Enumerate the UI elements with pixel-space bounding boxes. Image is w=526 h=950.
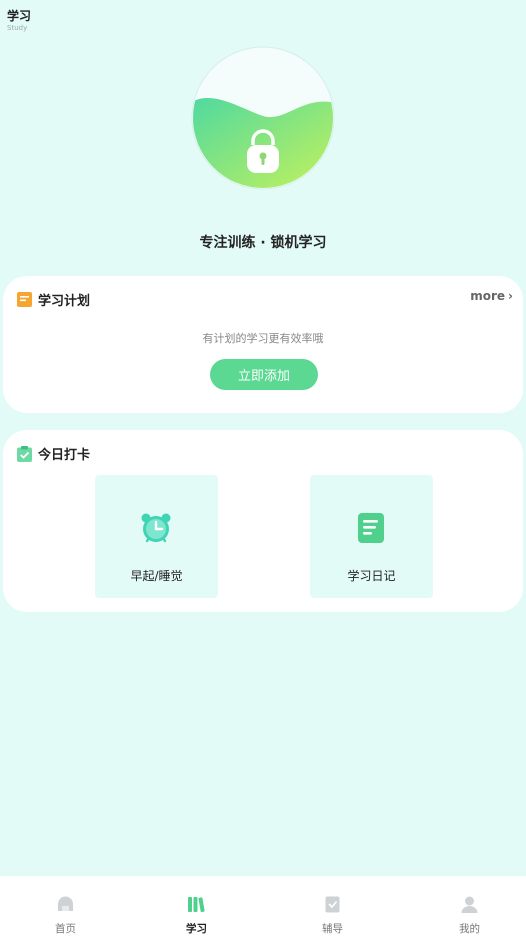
study-diary-label: 学习日记 — [347, 569, 396, 583]
tab-study[interactable]: 学习 — [131, 876, 262, 950]
slogan-text: 专注训练 · 锁机学习 — [199, 235, 327, 251]
books-icon — [188, 897, 205, 913]
more-label: more — [470, 289, 506, 303]
lock-hero[interactable] — [190, 45, 336, 191]
tab-study-label: 学习 — [186, 923, 207, 935]
tab-tutoring-label: 辅导 — [322, 923, 343, 935]
notebook-icon — [17, 292, 32, 307]
add-plan-button[interactable]: 立即添加 — [210, 359, 318, 390]
shield-icon — [325, 896, 340, 913]
home-icon — [58, 896, 73, 911]
tab-home[interactable]: 首页 — [0, 876, 131, 950]
wake-sleep-label: 早起/睡觉 — [130, 569, 183, 583]
more-link[interactable]: more › — [470, 289, 513, 303]
tab-mine-label: 我的 — [459, 923, 480, 935]
page-subtitle: Study — [7, 24, 28, 32]
study-plan-card: 学习计划 more › 有计划的学习更有效率哦 立即添加 — [3, 276, 523, 413]
wake-sleep-tile[interactable]: 早起/睡觉 — [95, 475, 218, 598]
study-diary-tile[interactable]: 学习日记 — [310, 475, 433, 598]
clipboard-check-icon — [17, 445, 32, 462]
daily-checkin-header: 今日打卡 — [17, 444, 90, 463]
lock-icon — [191, 46, 335, 190]
study-plan-tip: 有计划的学习更有效率哦 — [202, 332, 324, 345]
alarm-clock-icon — [141, 513, 171, 543]
user-icon — [461, 896, 478, 913]
study-plan-header: 学习计划 — [17, 290, 90, 309]
page-title: 学习 — [7, 9, 32, 23]
daily-checkin-card: 今日打卡 早起/睡觉 学习日记 — [3, 430, 523, 612]
tab-home-label: 首页 — [55, 923, 76, 935]
chevron-right-icon: › — [508, 289, 513, 303]
daily-checkin-title: 今日打卡 — [38, 448, 91, 463]
tab-mine[interactable]: 我的 — [404, 876, 526, 950]
page-header: 学习 Study — [7, 8, 31, 33]
bottom-tab-bar: 首页 学习 辅导 我的 — [0, 876, 526, 950]
study-plan-title: 学习计划 — [38, 294, 91, 309]
tab-tutoring[interactable]: 辅导 — [267, 876, 398, 950]
document-icon — [358, 513, 384, 543]
